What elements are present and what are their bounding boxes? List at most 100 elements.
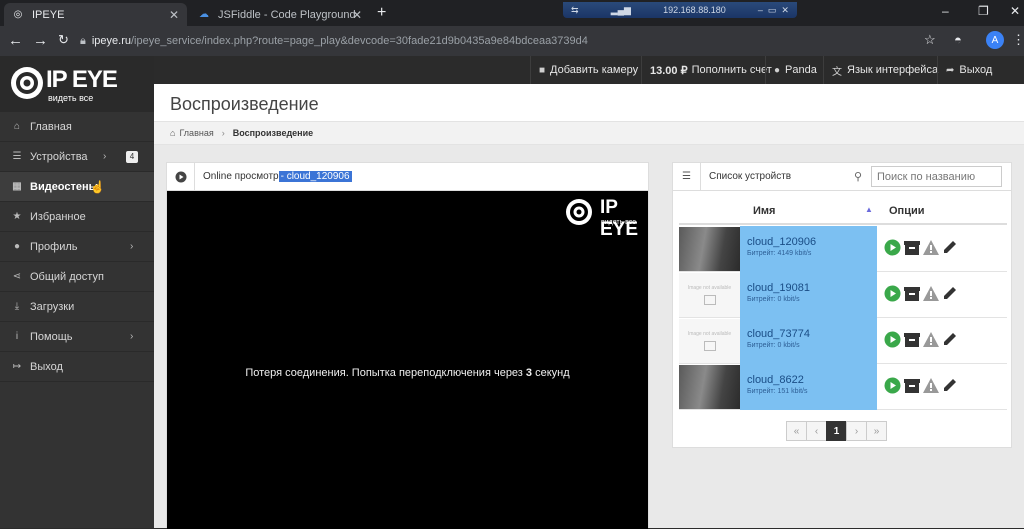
archive-icon[interactable] — [903, 331, 920, 348]
video-area[interactable]: IP EYE видеть все Потеря соединения. Поп… — [167, 191, 648, 529]
device-name: cloud_19081 — [747, 282, 811, 294]
pagination: « ‹ 1 › » — [786, 421, 887, 441]
breadcrumb-home-link[interactable]: Главная — [179, 128, 213, 138]
play-icon[interactable] — [884, 377, 901, 394]
browser-tab-ipeye[interactable]: ◎ IPEYE ✕ — [4, 3, 187, 26]
sidebar-item-favorites[interactable]: ★ Избранное — [0, 202, 154, 232]
sidebar-item-sharing[interactable]: ⋖ Общий доступ — [0, 262, 154, 292]
url-path: /ipeye_service/index.php?route=page_play… — [131, 35, 588, 47]
device-search-input[interactable] — [871, 166, 1002, 187]
warning-icon[interactable] — [922, 377, 939, 394]
info-icon: i — [15, 331, 19, 342]
device-table-header: Имя ▲ Опции — [679, 199, 1007, 225]
balance-amount: 13.00 ₽ — [650, 64, 688, 77]
device-options — [884, 331, 958, 348]
new-tab-button[interactable]: + — [377, 4, 386, 22]
prev-page-button[interactable]: ‹ — [806, 421, 827, 441]
profile-avatar[interactable]: A — [986, 31, 1004, 49]
device-bitrate: Битрейт: 0 kbit/s — [747, 296, 800, 303]
device-list-panel: ☰ Список устройств ⚲ Имя ▲ Опции cloud_1… — [672, 162, 1012, 448]
device-thumbnail[interactable]: Image not available — [679, 273, 740, 317]
remote-session-bar: ⇆ ▂▄▆ 192.168.88.180 – ▭ ✕ — [563, 2, 797, 18]
minimize-button[interactable]: – — [942, 4, 949, 18]
signal-icon: ▂▄▆ — [610, 4, 631, 15]
device-options — [884, 377, 958, 394]
url-field[interactable]: 🔒︎ ipeye.ru/ipeye_service/index.php?rout… — [80, 30, 940, 52]
device-name-cell[interactable]: cloud_120906 Битрейт: 4149 kbit/s — [740, 226, 877, 272]
sidebar-item-label: Помощь — [30, 330, 73, 343]
forward-arrow-icon[interactable]: → — [33, 32, 48, 49]
device-name-cell[interactable]: cloud_8622 Битрейт: 151 kbit/s — [740, 364, 877, 410]
device-name-cell[interactable]: cloud_73774 Битрейт: 0 kbit/s — [740, 318, 877, 364]
device-name-cell[interactable]: cloud_19081 Битрейт: 0 kbit/s — [740, 272, 877, 318]
edit-pencil-icon[interactable] — [941, 331, 958, 348]
play-icon[interactable] — [884, 331, 901, 348]
edit-pencil-icon[interactable] — [941, 285, 958, 302]
edit-pencil-icon[interactable] — [941, 377, 958, 394]
sidebar-item-home[interactable]: ⌂ Главная — [0, 112, 154, 142]
menu-dots-icon[interactable]: ⋮ — [1012, 32, 1024, 48]
next-page-button[interactable]: › — [846, 421, 867, 441]
chevron-right-icon: › — [130, 241, 134, 252]
archive-icon[interactable] — [903, 239, 920, 256]
device-row[interactable]: Image not available cloud_19081 Битрейт: … — [679, 272, 1007, 318]
sidebar-item-devices[interactable]: ☰ Устройства › 4 — [0, 142, 154, 172]
device-name: cloud_73774 — [747, 328, 811, 340]
sidebar-item-logout[interactable]: ↦ Выход — [0, 352, 154, 382]
edit-pencil-icon[interactable] — [941, 239, 958, 256]
sidebar-item-profile[interactable]: ● Профиль › — [0, 232, 154, 262]
column-name[interactable]: Имя — [753, 205, 775, 217]
archive-icon[interactable] — [903, 377, 920, 394]
device-thumbnail[interactable]: Image not available — [679, 319, 740, 363]
add-camera-link[interactable]: ■ Добавить камеру — [530, 56, 646, 84]
pin-icon[interactable]: ⇆ — [571, 5, 579, 16]
logo[interactable]: IP EYE видеть все — [0, 56, 154, 112]
home-icon: ⌂ — [170, 128, 176, 138]
sort-asc-icon[interactable]: ▲ — [865, 205, 873, 214]
logout-link[interactable]: ➦ Выход — [937, 56, 1000, 84]
archive-icon[interactable] — [903, 285, 920, 302]
player-title-selection: - cloud_120906 — [278, 171, 352, 182]
play-circle-icon[interactable] — [167, 162, 195, 191]
back-arrow-icon[interactable]: ← — [8, 32, 23, 49]
sidebar-item-label: Устройства — [30, 150, 88, 163]
grid-icon: ▦ — [12, 181, 22, 192]
device-row[interactable]: cloud_8622 Битрейт: 151 kbit/s — [679, 364, 1007, 410]
incognito-icon[interactable]: ◓ — [954, 32, 962, 47]
breadcrumb-separator-icon: › — [221, 128, 225, 138]
bookmark-star-icon[interactable]: ☆ — [924, 32, 936, 48]
reload-icon[interactable]: ↻ — [58, 32, 69, 48]
no-image-text: Image not available — [687, 285, 732, 291]
user-link[interactable]: ● Panda — [765, 56, 825, 84]
sidebar-item-videowalls[interactable]: ▦ Видеостены ☝ — [0, 172, 154, 202]
chevron-right-icon: › — [103, 151, 107, 162]
device-row[interactable]: Image not available cloud_73774 Битрейт: … — [679, 318, 1007, 364]
warning-icon[interactable] — [922, 331, 939, 348]
language-link[interactable]: 文 Язык интерфейса — [823, 56, 946, 84]
sidebar-item-help[interactable]: i Помощь › — [0, 322, 154, 352]
close-window-button[interactable]: ✕ — [1010, 4, 1020, 18]
device-bitrate: Битрейт: 4149 kbit/s — [747, 250, 812, 257]
first-page-button[interactable]: « — [786, 421, 807, 441]
device-row[interactable]: cloud_120906 Битрейт: 4149 kbit/s — [679, 226, 1007, 272]
device-thumbnail[interactable] — [679, 227, 740, 271]
language-label: Язык интерфейса — [847, 64, 939, 76]
image-placeholder-icon — [704, 295, 716, 305]
play-icon[interactable] — [884, 239, 901, 256]
download-icon: ⤓ — [14, 301, 20, 312]
remote-window-controls[interactable]: – ▭ ✕ — [758, 5, 789, 16]
hand-cursor-icon: ☝ — [90, 180, 105, 194]
play-icon[interactable] — [884, 285, 901, 302]
tab-close-icon[interactable]: ✕ — [169, 8, 179, 22]
last-page-button[interactable]: » — [866, 421, 887, 441]
device-thumbnail[interactable] — [679, 365, 740, 409]
sidebar-item-downloads[interactable]: ⤓ Загрузки — [0, 292, 154, 322]
camera-icon: ■ — [539, 64, 546, 76]
topup-link[interactable]: 13.00 ₽ Пополнить счет — [641, 56, 780, 84]
warning-icon[interactable] — [922, 285, 939, 302]
warning-icon[interactable] — [922, 239, 939, 256]
browser-tab-jsfiddle[interactable]: ☁ JSFiddle - Code Playground ✕ — [190, 3, 370, 26]
page-1-button[interactable]: 1 — [826, 421, 847, 441]
tab-close-icon[interactable]: ✕ — [352, 8, 362, 22]
restore-button[interactable]: ❐ — [978, 4, 989, 18]
